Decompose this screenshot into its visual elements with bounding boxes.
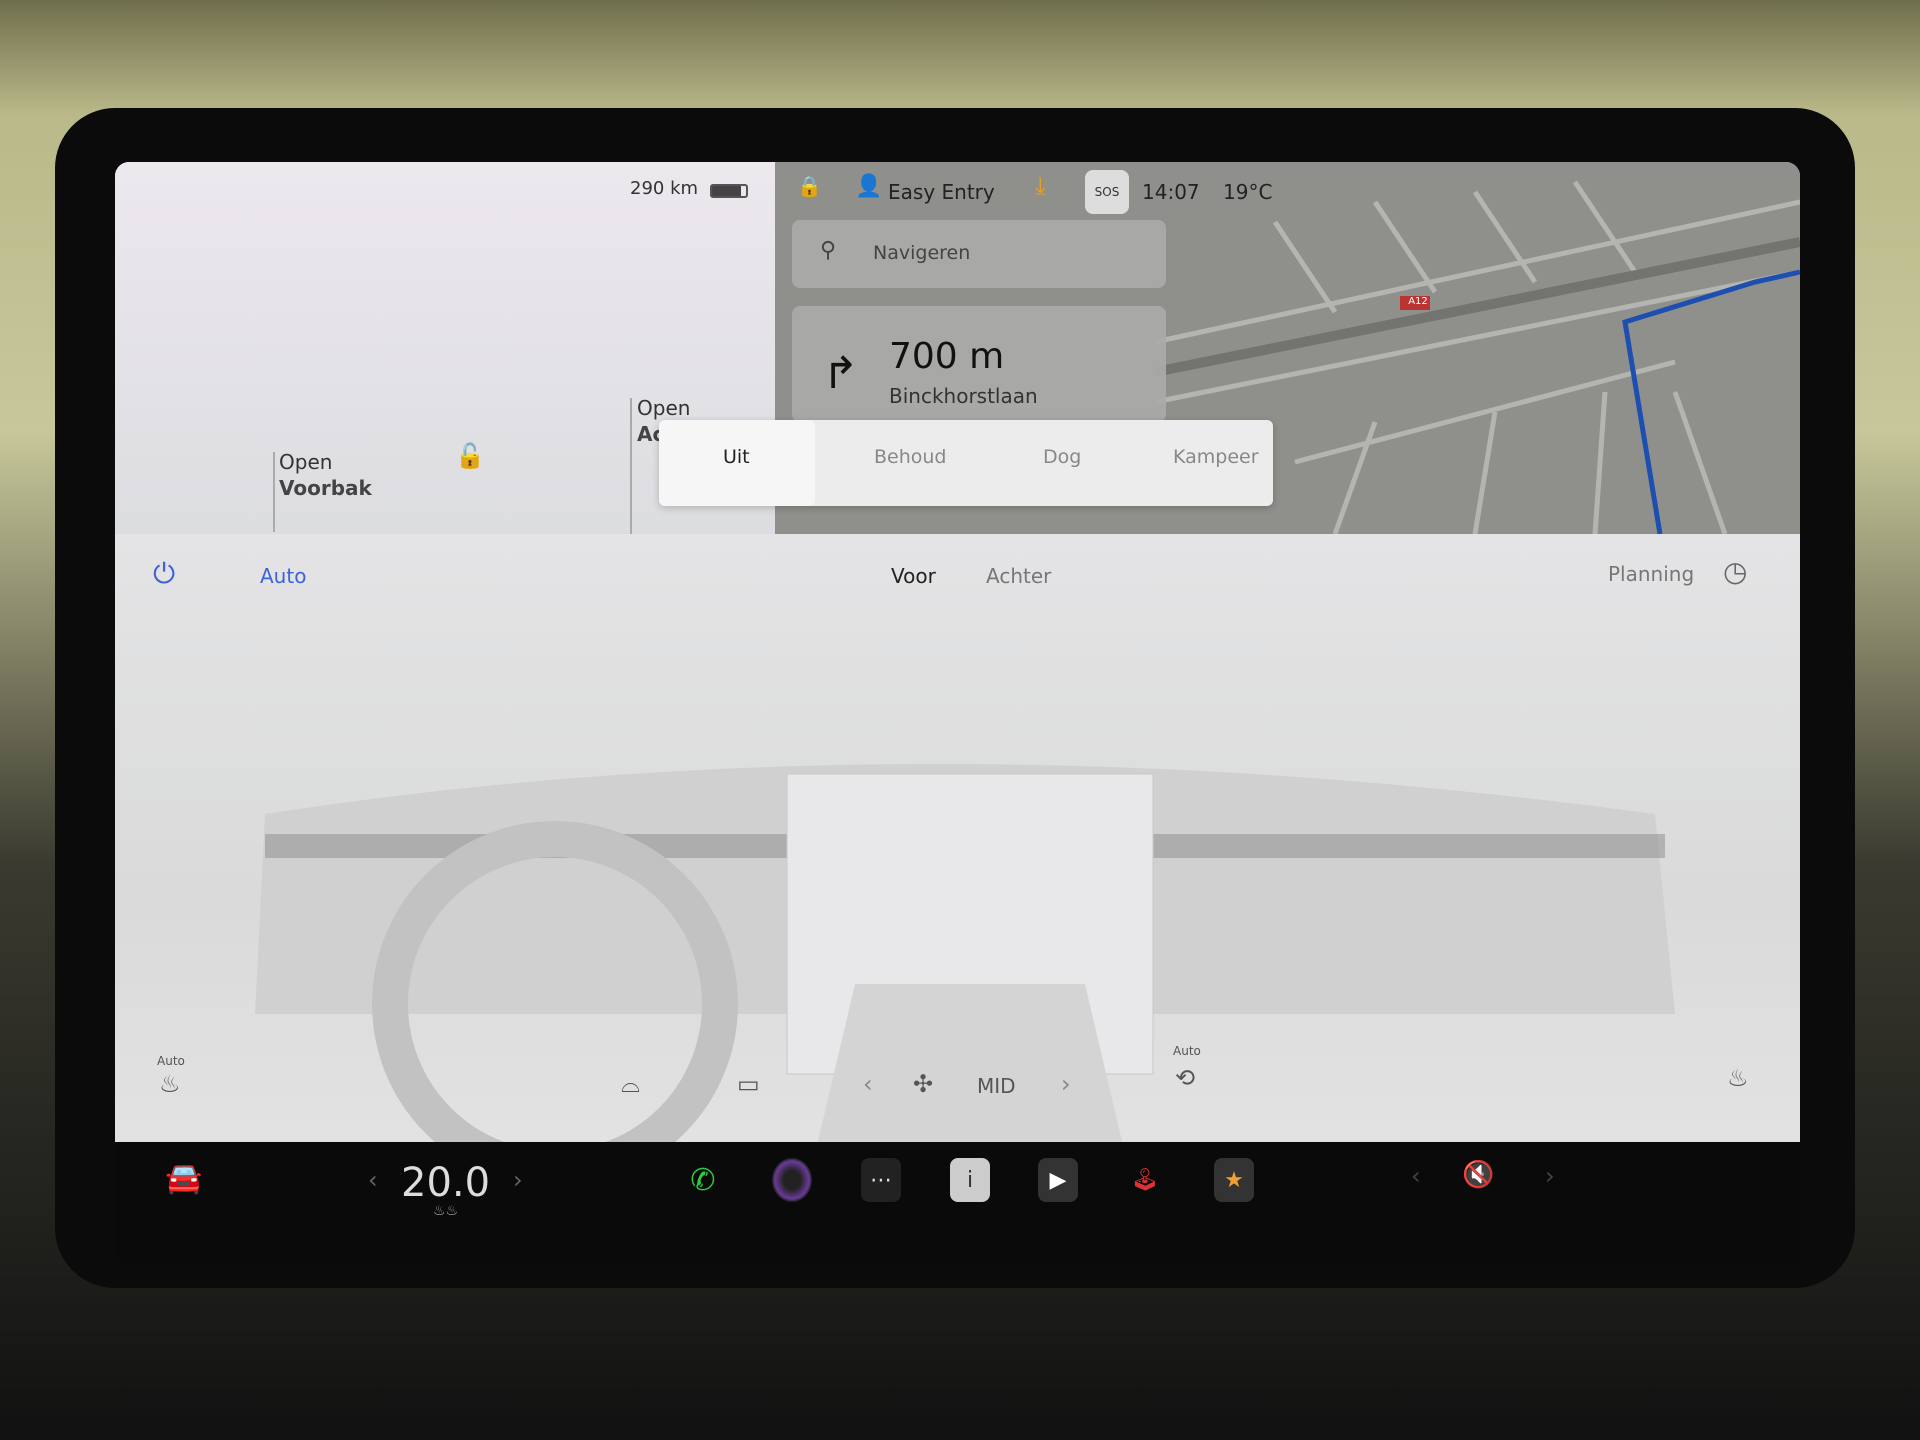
driver-profile[interactable]: Easy Entry [888,180,995,204]
option-kampeer[interactable]: Kampeer [1173,446,1259,468]
climate-panel: ⏻ Auto Voor Achter Planning ◷ Auto ♨ ⌓ ▭… [115,534,1800,1142]
planning-button[interactable]: Planning [1608,562,1694,586]
option-uit[interactable]: Uit [723,446,750,468]
tab-achter[interactable]: Achter [986,564,1051,588]
volume-increase-icon[interactable]: › [1545,1164,1555,1188]
frunk-open-label[interactable]: Open [279,450,332,474]
divider [630,398,632,534]
passenger-seat-heater-icon[interactable]: ♨ [1727,1066,1749,1090]
unlock-icon[interactable]: 🔓 [455,444,485,468]
media-player-icon[interactable]: ▶ [1038,1158,1078,1202]
clock-icon[interactable]: ◷ [1723,558,1747,586]
seat-heaters-icon[interactable]: ♨♨ [433,1204,458,1218]
sos-label: SOS [1094,185,1120,199]
driver-seat-heater-icon[interactable]: ♨ [159,1072,181,1096]
option-behoud[interactable]: Behoud [874,446,947,468]
camera-icon[interactable] [772,1158,812,1202]
front-defrost-icon[interactable]: ⌓ [621,1072,640,1096]
battery-icon [710,184,748,198]
phone-icon[interactable]: ✆ [683,1158,723,1202]
arcade-joystick-icon[interactable]: 🕹 [1125,1158,1165,1202]
recirc-auto-label: Auto [1173,1044,1201,1058]
toybox-icon[interactable]: ★ [1214,1158,1254,1202]
divider [273,452,275,532]
turn-street: Binckhorstlaan [889,384,1038,408]
profile-icon[interactable]: 👤 [855,176,882,198]
option-dog[interactable]: Dog [1043,446,1081,468]
outside-temperature: 19°C [1223,180,1273,204]
temp-decrease-icon[interactable]: ‹ [368,1168,378,1192]
rear-defrost-icon[interactable]: ▭ [737,1072,760,1096]
trunk-open-label[interactable]: Open [637,396,690,420]
range-text: 290 km [630,178,699,199]
fan-decrease-icon[interactable]: ‹ [863,1072,873,1096]
search-icon: ⚲ [820,238,837,263]
climate-keeper-popup: Uit Behoud Dog Kampeer [659,420,1273,506]
car-icon[interactable]: 🚘 [165,1164,202,1194]
search-placeholder[interactable]: Navigeren [873,242,970,264]
volume-decrease-icon[interactable]: ‹ [1411,1164,1421,1188]
temp-increase-icon[interactable]: › [513,1168,523,1192]
cabin-illustration [255,764,1675,1142]
sos-button[interactable]: SOS [1085,170,1129,214]
turn-right-icon: ↱ [822,348,859,399]
fan-increase-icon[interactable]: › [1061,1072,1071,1096]
bottom-bar: 🚘 ‹ 20.0 › ♨♨ ✆ ⋯ i ▶ 🕹 ★ ‹ 🔇 › [115,1142,1800,1262]
power-icon[interactable]: ⏻ [153,560,175,588]
recirculate-icon[interactable]: ⟲ [1175,1066,1195,1090]
more-apps-icon[interactable]: ⋯ [861,1158,901,1202]
cabin-temperature: 20.0 [401,1160,491,1206]
turn-distance: 700 m [889,336,1005,377]
lock-icon[interactable]: 🔒 [797,176,822,196]
fan-icon[interactable]: ✣ [913,1072,933,1096]
turn-instruction-card[interactable]: ↱ 700 m Binckhorstlaan [792,306,1166,422]
clock: 14:07 [1142,180,1200,204]
tab-voor[interactable]: Voor [891,564,936,588]
navigate-search[interactable]: ⚲ Navigeren [792,220,1166,288]
fan-speed: MID [977,1074,1016,1098]
touchscreen: 290 km Open Voorbak 🔓 Open Ac A12 🔒 👤 Ea… [115,162,1800,1142]
download-icon[interactable]: ⤓ [1035,174,1046,198]
frunk-label[interactable]: Voorbak [279,476,372,500]
volume-muted-icon[interactable]: 🔇 [1462,1162,1494,1188]
manual-icon[interactable]: i [950,1158,990,1202]
seat-auto-label: Auto [157,1054,185,1068]
road-label: A12 [1408,296,1428,307]
auto-button[interactable]: Auto [260,564,306,588]
